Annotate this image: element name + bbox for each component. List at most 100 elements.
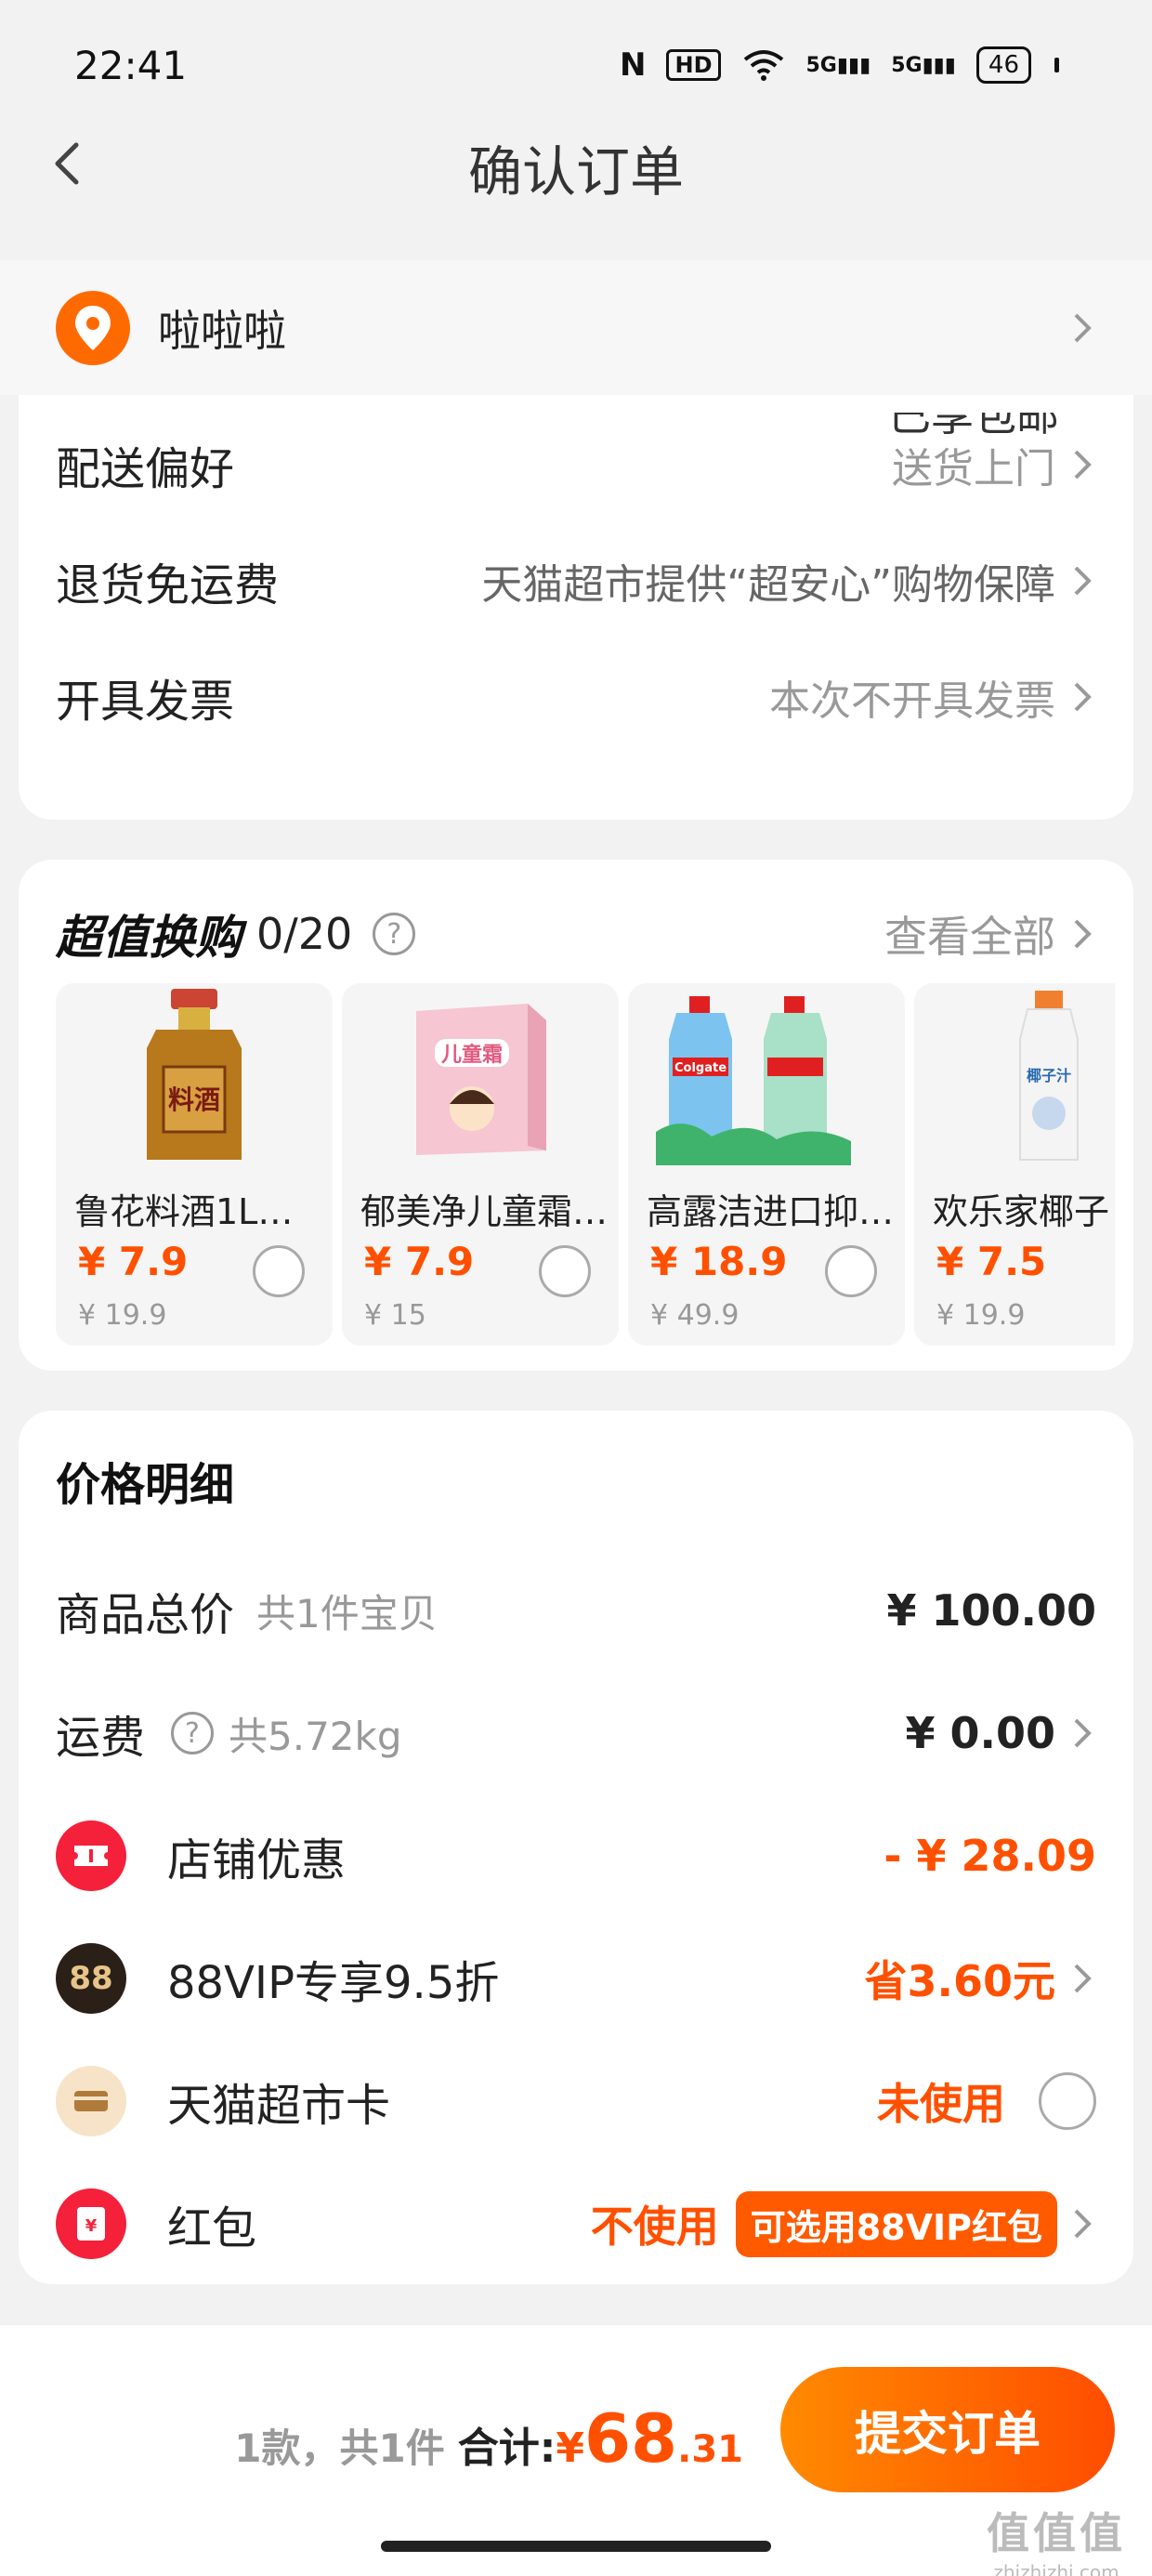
product-select-radio[interactable] [253,1245,305,1297]
88vip-icon: 88 [56,1943,126,2014]
checkout-bar: 1款，共1件 合计: ¥ 68 .31 提交订单 [0,2325,1152,2576]
wifi-icon [743,50,783,81]
vip-discount-row[interactable]: 88 88VIP专享9.5折 省3.60元 [56,1923,1096,2034]
status-icons: N HD 5G▮▮▮ 5G▮▮▮ 46 [620,46,1059,84]
vip-discount-value: 省3.60元 [864,1956,1056,2006]
view-all-label: 查看全部 [884,912,1055,962]
product-price: ¥ 7.5 [936,1239,1047,1284]
free-return-row[interactable]: 退货免运费 天猫超市提供“超安心”购物保障 [56,530,1096,632]
product-select-radio[interactable] [825,1245,877,1297]
product-image-label: 椰子汁 [1027,1067,1071,1084]
free-return-value: 天猫超市提供“超安心”购物保障 [481,561,1055,609]
swap-count: 0/20 [256,909,353,959]
row-label: 开具发票 [56,676,235,728]
shipping-label: 运费 [56,1712,146,1764]
product-price: ¥ 7.9 [364,1239,475,1284]
product-image-label: Colgate [674,1061,727,1075]
product-name: 欢乐家椰子 [933,1191,1110,1232]
location-pin-icon [56,290,130,365]
total-decimal: .31 [677,2428,743,2471]
battery-tip [1054,58,1059,72]
status-time: 22:41 [74,42,188,88]
signal-icon-2: 5G▮▮▮ [891,53,956,77]
nfc-icon: N [620,46,647,84]
product-select-radio[interactable] [539,1245,591,1297]
swap-product-card[interactable]: 儿童霜 郁美净儿童霜… ¥ 7.9 ¥ 15 [342,983,619,1346]
chevron-right-icon [1074,1964,1092,1993]
order-total: 1款，共1件 合计: ¥ 68 .31 [234,2399,743,2477]
watermark-logo: 值值值 [987,2508,1126,2558]
chevron-right-icon [1074,2209,1092,2239]
chevron-right-icon [1074,919,1092,949]
gift-card-icon [56,2066,126,2136]
product-original-price: ¥ 19.9 [936,1299,1026,1332]
signal-icon-1: 5G▮▮▮ [805,53,871,77]
supermarket-card-label: 天猫超市卡 [167,2080,391,2132]
row-value: 送货上门 [892,435,1096,494]
red-packet-label: 红包 [167,2202,257,2254]
row-value: 本次不开具发票 [769,667,1096,727]
supermarket-card-row[interactable]: 天猫超市卡 未使用 [56,2045,1096,2157]
watermark: 值值值 zhizhizhi.com [987,2500,1126,2576]
home-indicator[interactable] [381,2541,771,2552]
nav-bar: 确认订单 [0,93,1152,242]
red-packet-icon: ¥ [56,2188,126,2259]
red-packet-row[interactable]: ¥ 红包 不使用 可选用88VIP红包 [56,2168,1096,2280]
product-original-price: ¥ 19.9 [78,1299,167,1332]
vip-discount-value-wrap: 省3.60元 [865,1948,1097,2009]
supermarket-card-value-wrap: 未使用 [877,2070,1096,2132]
product-name: 高露洁进口抑… [647,1191,895,1232]
product-name: 郁美净儿童霜… [360,1191,609,1232]
price-detail-title: 价格明细 [56,1459,235,1511]
price-detail-card: 价格明细 商品总价 共1件宝贝 ¥ 100.00 运费 ? 共5.72kg ¥ … [19,1411,1133,2284]
swap-title: 超值换购 [56,911,242,965]
coconut-juice-bottle-image: 椰子汁 [1019,991,1079,1161]
store-discount-row: 店铺优惠 - ¥ 28.09 [56,1800,1096,1912]
battery-icon: 46 [975,46,1031,84]
mouthwash-bottles-image: Colgate [656,996,851,1165]
row-label: 退货免运费 [56,559,280,611]
shipping-value-wrap: ¥ 0.00 [905,1708,1096,1758]
delivery-preference-value: 送货上门 [892,445,1055,493]
product-image-label: 儿童霜 [440,1043,503,1067]
coupon-ticket-icon [56,1820,126,1891]
delivery-preference-row[interactable]: 配送偏好 送货上门 [56,414,1096,516]
red-packet-value: 不使用 [590,2201,719,2252]
back-arrow-icon[interactable] [41,136,97,191]
shipping-value: ¥ 0.00 [905,1708,1055,1758]
chevron-right-icon [1074,682,1092,712]
swap-product-card[interactable]: 椰子汁 欢乐家椰子 ¥ 7.5 ¥ 19.9 [914,983,1115,1346]
invoice-row[interactable]: 开具发票 本次不开具发票 [56,646,1096,748]
watermark-url: zhizhizhi.com [993,2561,1119,2576]
submit-order-button[interactable]: 提交订单 [780,2367,1115,2492]
help-icon[interactable]: ? [171,1712,215,1755]
address-name: 啦啦啦 [158,305,286,356]
supermarket-card-radio[interactable] [1039,2072,1096,2130]
product-original-price: ¥ 49.9 [650,1299,740,1332]
invoice-value: 本次不开具发票 [769,677,1055,725]
shipping-row[interactable]: 运费 ? 共5.72kg ¥ 0.00 [56,1677,1096,1789]
chevron-right-icon [1074,566,1092,596]
total-integer: 68 [583,2399,678,2477]
row-value: 天猫超市提供“超安心”购物保障 [481,551,1096,611]
product-image-label: 料酒 [168,1084,220,1115]
shipping-weight: 共5.72kg [229,1713,402,1759]
address-selector[interactable]: 啦啦啦 [0,260,1152,395]
chevron-right-icon [1074,1718,1092,1748]
kids-cream-box-image: 儿童霜 [416,1004,546,1155]
red-packet-value-wrap: 不使用 可选用88VIP红包 [590,2190,1096,2257]
store-discount-value: - ¥ 28.09 [884,1831,1096,1881]
product-original-price: ¥ 15 [364,1299,426,1332]
total-currency: ¥ [556,2425,584,2472]
help-icon[interactable]: ? [373,913,416,955]
page-title: 确认订单 [467,140,684,204]
swap-product-card[interactable]: 料酒 鲁花料酒1L非… ¥ 7.9 ¥ 19.9 [56,983,333,1346]
product-price: ¥ 7.9 [78,1239,189,1284]
delivery-card: 已享包邮 配送偏好 送货上门 退货免运费 天猫超市提供“超安心”购物保障 开具发… [19,395,1133,820]
product-name: 鲁花料酒1L非… [74,1191,325,1232]
swap-product-card[interactable]: Colgate 高露洁进口抑… ¥ 18.9 ¥ 49.9 [628,983,905,1346]
goods-count: 共1件宝贝 [256,1590,438,1636]
goods-total-label: 商品总价 [56,1589,235,1641]
view-all-link[interactable]: 查看全部 [884,903,1096,965]
red-packet-icon-text: ¥ [85,2216,98,2236]
